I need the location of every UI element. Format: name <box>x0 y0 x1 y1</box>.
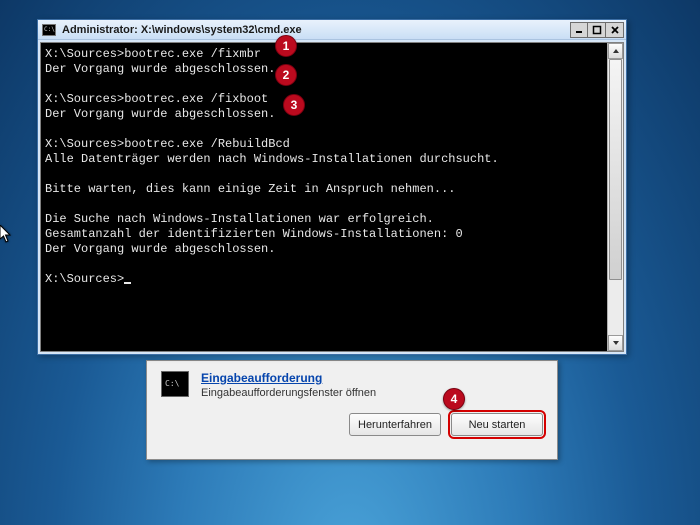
scroll-thumb[interactable] <box>609 59 622 280</box>
step-badge-1: 1 <box>275 35 297 57</box>
cmd-titlebar[interactable]: C:\ Administrator: X:\windows\system32\c… <box>38 20 626 40</box>
cmd-titlebar-icon: C:\ <box>42 24 56 36</box>
command-prompt-link[interactable]: Eingabeaufforderung <box>201 371 376 385</box>
cmd-title: Administrator: X:\windows\system32\cmd.e… <box>62 24 564 36</box>
maximize-button[interactable] <box>588 22 606 38</box>
cmd-window: C:\ Administrator: X:\windows\system32\c… <box>37 19 627 355</box>
scroll-track[interactable] <box>608 59 623 335</box>
mouse-cursor-icon <box>0 225 12 243</box>
minimize-button[interactable] <box>570 22 588 38</box>
shutdown-button[interactable]: Herunterfahren <box>349 413 441 436</box>
cmd-prompt-icon: C:\ <box>161 371 189 397</box>
cursor-caret <box>124 282 131 284</box>
step-badge-2: 2 <box>275 64 297 86</box>
cmd-scrollbar[interactable] <box>607 43 623 351</box>
command-prompt-desc: Eingabeaufforderungsfenster öffnen <box>201 387 376 399</box>
step-badge-4: 4 <box>443 388 465 410</box>
recovery-panel: C:\ Eingabeaufforderung Eingabeaufforder… <box>146 360 558 460</box>
close-button[interactable] <box>606 22 624 38</box>
scroll-down-button[interactable] <box>608 335 623 351</box>
scroll-up-button[interactable] <box>608 43 623 59</box>
restart-button[interactable]: Neu starten <box>451 413 543 436</box>
cmd-output[interactable]: X:\Sources>bootrec.exe /fixmbr Der Vorga… <box>41 43 607 351</box>
step-badge-3: 3 <box>283 94 305 116</box>
